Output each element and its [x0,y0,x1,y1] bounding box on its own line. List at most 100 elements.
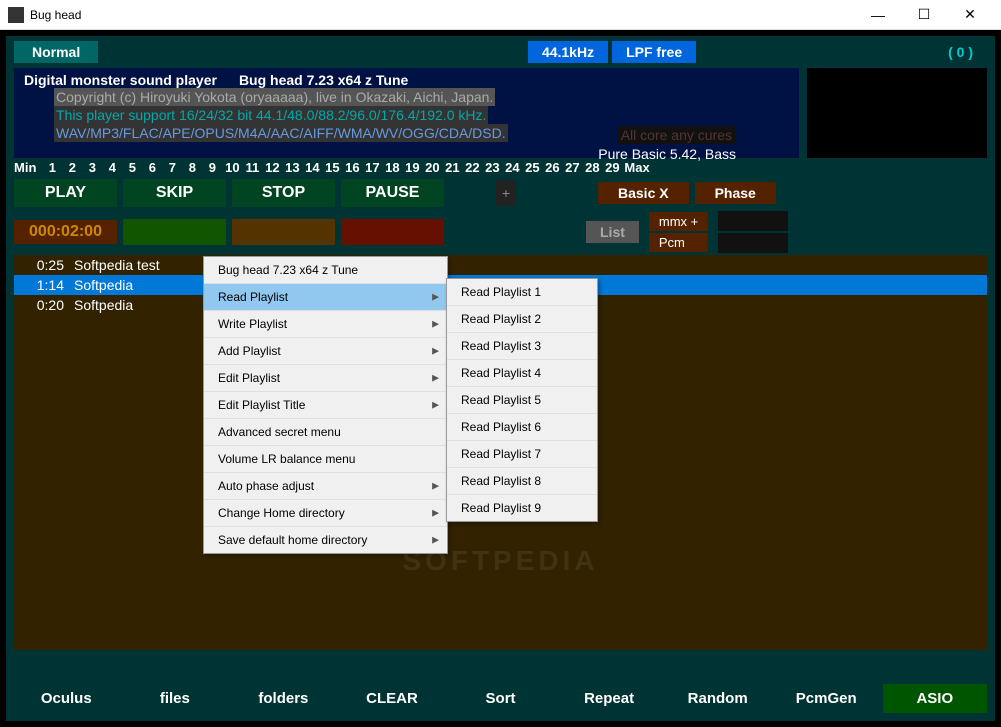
number-3[interactable]: 3 [82,160,102,175]
maximize-button[interactable]: ☐ [901,0,947,30]
number-14[interactable]: 14 [302,160,322,175]
lpf-button[interactable]: LPF free [612,41,696,63]
number-8[interactable]: 8 [182,160,202,175]
number-15[interactable]: 15 [322,160,342,175]
info-line1: Digital monster sound playerBug head 7.2… [24,72,789,88]
playlist-row[interactable]: 0:25Softpedia test [14,255,987,275]
preview-box [807,68,987,158]
number-5[interactable]: 5 [122,160,142,175]
submenu-item[interactable]: Read Playlist 7 [447,441,597,468]
basic-text: Pure Basic 5.42, Bass [598,146,736,162]
clear-button[interactable]: CLEAR [340,684,445,713]
khz-button[interactable]: 44.1kHz [528,41,608,63]
number-27[interactable]: 27 [562,160,582,175]
submenu[interactable]: Read Playlist 1Read Playlist 2Read Playl… [446,278,598,522]
submenu-item[interactable]: Read Playlist 5 [447,387,597,414]
stop-button[interactable]: STOP [232,179,335,207]
menu-item[interactable]: Read Playlist▶ [204,284,447,311]
menu-item[interactable]: Advanced secret menu [204,419,447,446]
pcm-button[interactable]: Pcm [649,233,708,252]
number-10[interactable]: 10 [222,160,242,175]
basicx-button[interactable]: Basic X [598,182,689,204]
number-20[interactable]: 20 [422,160,442,175]
random-button[interactable]: Random [665,684,770,713]
context-menu[interactable]: Bug head 7.23 x64 z Tune Read Playlist▶W… [203,256,448,554]
number-19[interactable]: 19 [402,160,422,175]
menu-item[interactable]: Write Playlist▶ [204,311,447,338]
submenu-item[interactable]: Read Playlist 3 [447,333,597,360]
close-button[interactable]: ✕ [947,0,993,30]
green-indicator[interactable] [123,219,226,245]
number-18[interactable]: 18 [382,160,402,175]
number-23[interactable]: 23 [482,160,502,175]
menu-item[interactable]: Edit Playlist▶ [204,365,447,392]
submenu-item[interactable]: Read Playlist 8 [447,468,597,495]
min-label[interactable]: Min [14,160,36,175]
phase-button[interactable]: Phase [695,182,776,204]
menu-item[interactable]: Change Home directory▶ [204,500,447,527]
controls-row: PLAY SKIP STOP PAUSE + Basic X Phase [6,177,995,209]
menu-item[interactable]: Volume LR balance menu [204,446,447,473]
info-copyright: Copyright (c) Hiroyuki Yokota (oryaaaaa)… [54,88,495,106]
mmx-button[interactable]: mmx + [649,212,708,231]
menu-item[interactable]: Auto phase adjust▶ [204,473,447,500]
number-4[interactable]: 4 [102,160,122,175]
asio-button[interactable]: ASIO [883,684,988,713]
red-indicator[interactable] [341,219,444,245]
pcmgen-button[interactable]: PcmGen [774,684,879,713]
minimize-button[interactable]: — [855,0,901,30]
number-28[interactable]: 28 [582,160,602,175]
number-11[interactable]: 11 [242,160,262,175]
normal-button[interactable]: Normal [14,41,98,63]
skip-button[interactable]: SKIP [123,179,226,207]
submenu-item[interactable]: Read Playlist 2 [447,306,597,333]
number-2[interactable]: 2 [62,160,82,175]
number-7[interactable]: 7 [162,160,182,175]
menu-item[interactable]: Add Playlist▶ [204,338,447,365]
sort-button[interactable]: Sort [448,684,553,713]
play-button[interactable]: PLAY [14,179,117,207]
number-17[interactable]: 17 [362,160,382,175]
menu-item[interactable]: Edit Playlist Title▶ [204,392,447,419]
playlist-time: 0:20 [20,297,64,313]
list-button[interactable]: List [586,221,639,243]
number-29[interactable]: 29 [602,160,622,175]
submenu-item[interactable]: Read Playlist 6 [447,414,597,441]
oculus-button[interactable]: Oculus [14,684,119,713]
playlist[interactable]: 0:25Softpedia test1:14Softpedia0:20Softp… [14,255,987,650]
numbers-row: Min 123456789101112131415161718192021222… [6,158,995,177]
chevron-right-icon: ▶ [432,346,439,357]
number-22[interactable]: 22 [462,160,482,175]
submenu-item[interactable]: Read Playlist 9 [447,495,597,521]
max-label[interactable]: Max [624,160,644,175]
orange-indicator[interactable] [232,219,335,245]
bottom-bar: Oculus files folders CLEAR Sort Repeat R… [6,680,995,717]
number-1[interactable]: 1 [42,160,62,175]
submenu-item[interactable]: Read Playlist 1 [447,279,597,306]
window-title: Bug head [30,8,855,22]
number-24[interactable]: 24 [502,160,522,175]
chevron-right-icon: ▶ [432,481,439,492]
cores-text: All core any cures [617,126,736,144]
number-9[interactable]: 9 [202,160,222,175]
menu-item[interactable]: Save default home directory▶ [204,527,447,553]
submenu-item[interactable]: Read Playlist 4 [447,360,597,387]
number-25[interactable]: 25 [522,160,542,175]
playlist-name: Softpedia test [74,257,160,273]
folders-button[interactable]: folders [231,684,336,713]
app-icon [8,7,24,23]
chevron-right-icon: ▶ [432,508,439,519]
number-13[interactable]: 13 [282,160,302,175]
dark-indicator-1 [718,211,788,231]
files-button[interactable]: files [123,684,228,713]
number-6[interactable]: 6 [142,160,162,175]
number-26[interactable]: 26 [542,160,562,175]
chevron-right-icon: ▶ [432,373,439,384]
repeat-button[interactable]: Repeat [557,684,662,713]
pause-button[interactable]: PAUSE [341,179,444,207]
plus-button[interactable]: + [496,180,516,206]
number-21[interactable]: 21 [442,160,462,175]
time-display: 000:02:00 [14,220,117,244]
number-12[interactable]: 12 [262,160,282,175]
number-16[interactable]: 16 [342,160,362,175]
